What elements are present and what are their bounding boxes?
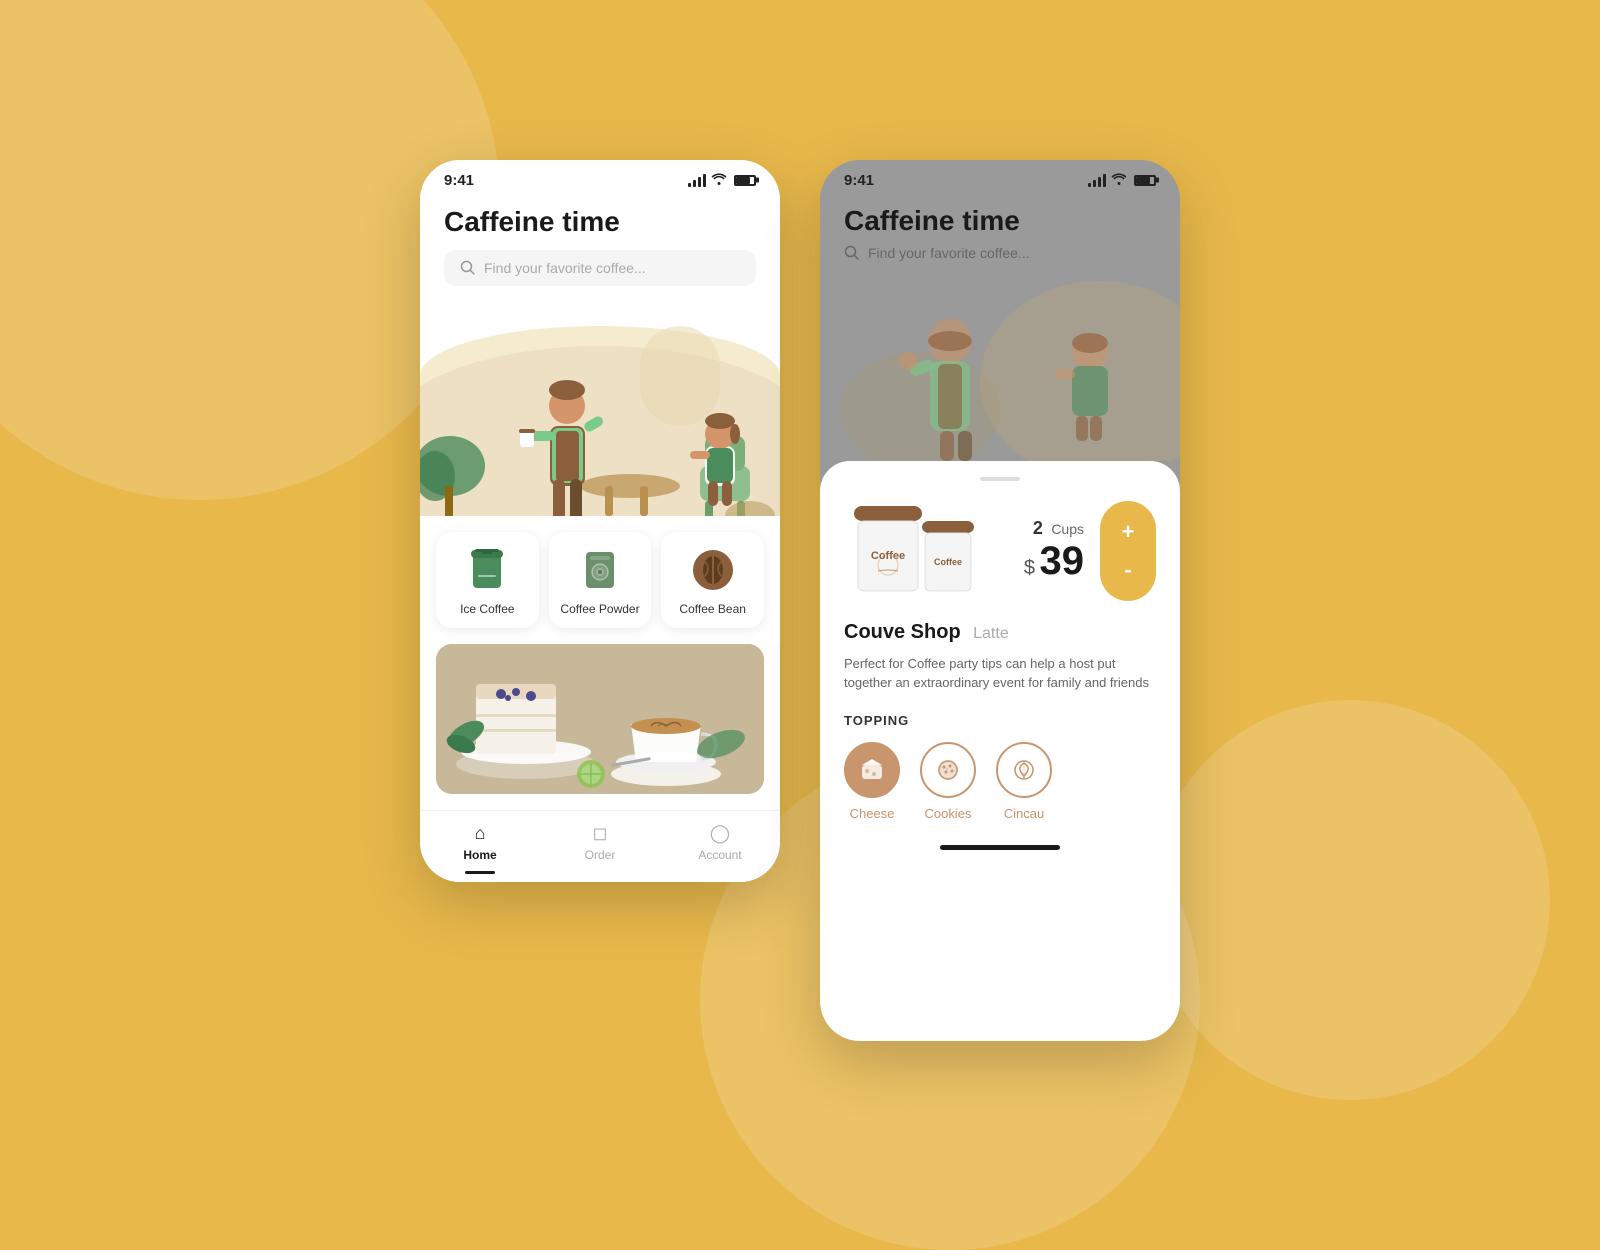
cookies-icon bbox=[935, 757, 961, 783]
bottom-nav: ⌂ Home ◻ Order ◯ Account bbox=[420, 810, 780, 882]
cafe-illustration bbox=[420, 286, 780, 526]
plus-button[interactable]: + bbox=[1122, 519, 1135, 545]
nav-item-home[interactable]: ⌂ Home bbox=[420, 823, 540, 862]
quantity-display: 2 Cups bbox=[984, 518, 1084, 539]
status-bar-1: 9:41 bbox=[420, 160, 780, 197]
cheese-label: Cheese bbox=[850, 806, 895, 821]
home-indicator bbox=[940, 845, 1060, 850]
app-title-1: Caffeine time bbox=[444, 205, 756, 239]
cheese-icon bbox=[859, 757, 885, 783]
phone-screen-2: 9:41 bbox=[820, 160, 1180, 1041]
food-photo-bg bbox=[436, 644, 764, 794]
ice-cup-svg bbox=[469, 548, 505, 592]
search-bar-1[interactable]: Find your favorite coffee... bbox=[444, 250, 756, 286]
search-icon-2 bbox=[844, 245, 860, 261]
screen2-search[interactable]: Find your favorite coffee... bbox=[844, 245, 1156, 261]
sheet-handle bbox=[980, 477, 1020, 481]
topping-cookies[interactable]: Cookies bbox=[920, 742, 976, 821]
nav-active-bar bbox=[465, 871, 495, 874]
bg-decoration-3 bbox=[1150, 700, 1550, 1100]
nav-item-order[interactable]: ◻ Order bbox=[540, 823, 660, 862]
product-type: Latte bbox=[973, 625, 1009, 642]
battery-icon bbox=[734, 175, 756, 186]
bottom-sheet: Coffee Coffee 2 Cups bbox=[820, 461, 1180, 1041]
cincau-circle[interactable] bbox=[996, 742, 1052, 798]
search-placeholder-2: Find your favorite coffee... bbox=[868, 245, 1030, 261]
coffee-bean-icon bbox=[691, 548, 735, 592]
quantity-label: Cups bbox=[1051, 521, 1084, 537]
coffee-powder-label: Coffee Powder bbox=[560, 602, 639, 616]
product-display: Coffee Coffee 2 Cups bbox=[844, 501, 1156, 601]
coffee-powder-icon bbox=[578, 548, 622, 592]
categories-section: Ice Coffee Coffee Powder bbox=[420, 516, 780, 644]
svg-text:Coffee: Coffee bbox=[871, 550, 905, 562]
cookies-circle[interactable] bbox=[920, 742, 976, 798]
svg-text:Coffee: Coffee bbox=[934, 557, 962, 567]
wifi-icon-2 bbox=[1111, 173, 1127, 188]
screen1-content: 9:41 bbox=[420, 160, 780, 883]
screen2-hero bbox=[820, 261, 1180, 461]
quantity-info: 2 Cups $ 39 bbox=[984, 518, 1100, 584]
nav-label-order: Order bbox=[585, 848, 616, 862]
ice-coffee-icon bbox=[465, 548, 509, 592]
wifi-icon bbox=[711, 173, 727, 188]
nav-label-home: Home bbox=[463, 848, 496, 862]
phone-screen-1: 9:41 bbox=[420, 160, 780, 883]
bean-svg bbox=[691, 548, 735, 592]
battery-icon-2 bbox=[1134, 175, 1156, 186]
cheese-circle[interactable] bbox=[844, 742, 900, 798]
bottom-indicator-area bbox=[844, 845, 1156, 850]
topping-cheese[interactable]: Cheese bbox=[844, 742, 900, 821]
account-icon: ◯ bbox=[710, 823, 730, 844]
nav-label-account: Account bbox=[698, 848, 741, 862]
product-description: Perfect for Coffee party tips can help a… bbox=[844, 654, 1156, 693]
coffee-cups-display: Coffee Coffee bbox=[844, 501, 984, 601]
quantity-number: 2 bbox=[1033, 518, 1043, 538]
order-icon: ◻ bbox=[593, 823, 608, 844]
home-icon: ⌂ bbox=[475, 823, 486, 844]
screen2-title: Caffeine time bbox=[844, 205, 1156, 237]
signal-icon bbox=[688, 173, 706, 187]
price-display: $ 39 bbox=[984, 539, 1084, 584]
shop-info: Couve Shop Latte bbox=[844, 621, 1156, 644]
status-time-1: 9:41 bbox=[444, 172, 474, 189]
currency-symbol: $ bbox=[1024, 557, 1035, 579]
toppings-row: Cheese bbox=[844, 742, 1156, 821]
cincau-label: Cincau bbox=[1004, 806, 1044, 821]
status-icons-1 bbox=[688, 173, 756, 188]
quantity-control[interactable]: + - bbox=[1100, 501, 1156, 601]
hero-illustration bbox=[420, 286, 780, 526]
cups-svg: Coffee Coffee bbox=[844, 501, 984, 601]
signal-icon-2 bbox=[1088, 173, 1106, 187]
search-placeholder-1: Find your favorite coffee... bbox=[484, 260, 646, 276]
food-photo-section bbox=[436, 644, 764, 794]
powder-svg bbox=[582, 548, 618, 592]
cookies-label: Cookies bbox=[925, 806, 972, 821]
category-coffee-bean[interactable]: Coffee Bean bbox=[661, 532, 764, 628]
screen2-header: Caffeine time Find your favorite coffee.… bbox=[820, 197, 1180, 261]
status-time-2: 9:41 bbox=[844, 172, 874, 189]
screen2-illustration bbox=[820, 261, 1180, 461]
minus-button[interactable]: - bbox=[1124, 557, 1131, 583]
topping-section: TOPPING Cheese bbox=[844, 713, 1156, 821]
ice-coffee-label: Ice Coffee bbox=[460, 602, 514, 616]
cincau-icon bbox=[1011, 757, 1037, 783]
topping-cincau[interactable]: Cincau bbox=[996, 742, 1052, 821]
topping-title: TOPPING bbox=[844, 713, 1156, 728]
status-bar-2: 9:41 bbox=[820, 160, 1180, 197]
screen1-header: Caffeine time Find your favorite coffee.… bbox=[420, 197, 780, 287]
shop-name: Couve Shop bbox=[844, 621, 961, 643]
coffee-bean-label: Coffee Bean bbox=[679, 602, 746, 616]
category-coffee-powder[interactable]: Coffee Powder bbox=[549, 532, 652, 628]
status-icons-2 bbox=[1088, 173, 1156, 188]
category-ice-coffee[interactable]: Ice Coffee bbox=[436, 532, 539, 628]
nav-item-account[interactable]: ◯ Account bbox=[660, 823, 780, 862]
food-illustration bbox=[436, 644, 764, 794]
search-icon-1 bbox=[460, 260, 476, 276]
screens-container: 9:41 bbox=[420, 160, 1180, 1041]
price-value: 39 bbox=[1040, 539, 1085, 583]
